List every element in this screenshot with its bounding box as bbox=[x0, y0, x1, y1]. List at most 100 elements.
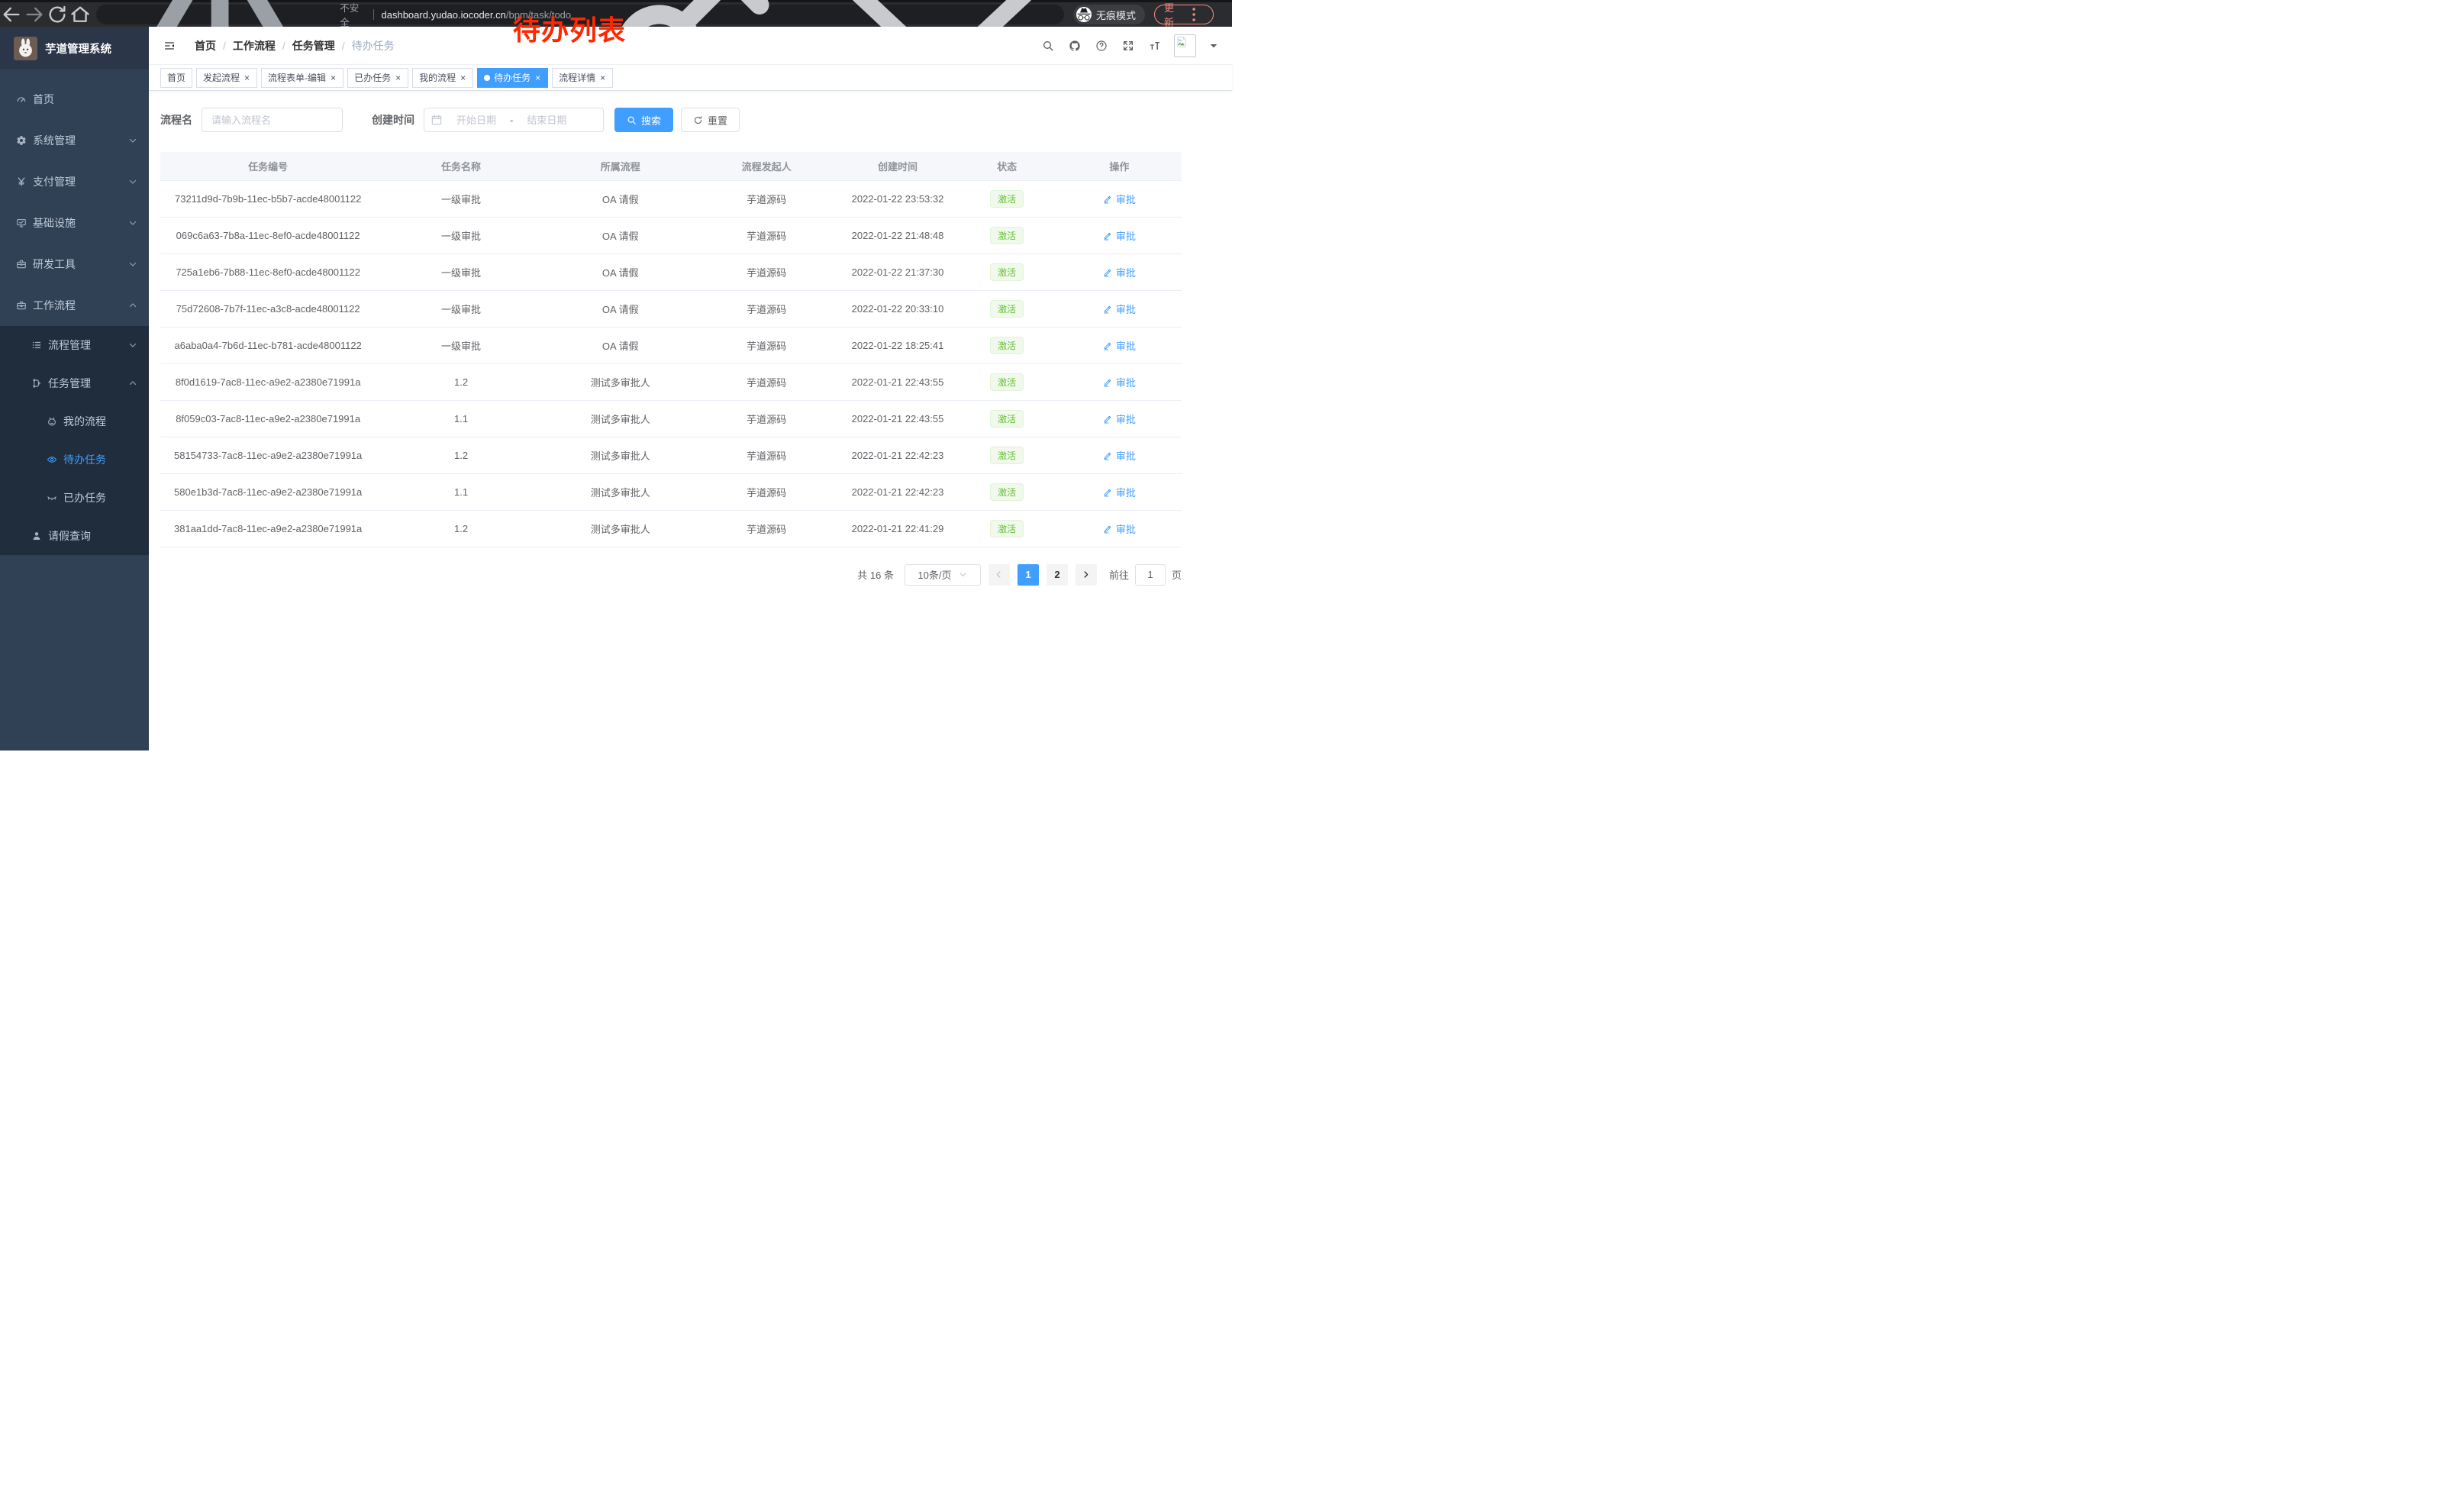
tab-流程表单-编辑[interactable]: 流程表单-编辑× bbox=[261, 68, 343, 88]
column-header: 创建时间 bbox=[838, 152, 956, 180]
fullscreen-icon[interactable] bbox=[1121, 38, 1136, 53]
search-button[interactable]: 搜索 bbox=[614, 108, 673, 132]
tab-发起流程[interactable]: 发起流程× bbox=[196, 68, 257, 88]
avatar[interactable] bbox=[1174, 34, 1196, 57]
font-size-icon[interactable] bbox=[1147, 38, 1163, 53]
date-start-input[interactable] bbox=[446, 115, 507, 126]
cell-task-id: 73211d9d-7b9b-11ec-b5b7-acde48001122 bbox=[160, 180, 376, 217]
tab-close-icon[interactable]: × bbox=[460, 73, 466, 82]
toolbox-icon bbox=[16, 259, 27, 270]
next-page-button[interactable] bbox=[1076, 564, 1097, 586]
tab-流程详情[interactable]: 流程详情× bbox=[552, 68, 613, 88]
edit-icon bbox=[1103, 414, 1113, 424]
cell-starter: 芋道源码 bbox=[695, 510, 839, 547]
approve-link[interactable]: 审批 bbox=[1103, 265, 1136, 279]
approve-link[interactable]: 审批 bbox=[1103, 192, 1136, 206]
cell-starter: 芋道源码 bbox=[695, 363, 839, 400]
process-name-input[interactable] bbox=[202, 108, 343, 132]
page-button-1[interactable]: 1 bbox=[1018, 564, 1039, 586]
approve-link[interactable]: 审批 bbox=[1103, 302, 1136, 316]
tab-close-icon[interactable]: × bbox=[534, 73, 541, 82]
sidebar-item-基础设施[interactable]: 基础设施 bbox=[0, 202, 149, 244]
sidebar-item-工作流程[interactable]: 工作流程 bbox=[0, 285, 149, 326]
edit-icon bbox=[1103, 377, 1113, 387]
sidebar-item-任务管理[interactable]: 任务管理 bbox=[0, 364, 149, 402]
cell-action: 审批 bbox=[1057, 473, 1182, 510]
browser-reload-button[interactable] bbox=[46, 4, 69, 25]
cell-status: 激活 bbox=[957, 400, 1057, 437]
tab-待办任务[interactable]: 待办任务× bbox=[477, 68, 548, 88]
sidebar-item-请假查询[interactable]: 请假查询 bbox=[0, 517, 149, 555]
page-size-select[interactable]: 10条/页 bbox=[905, 564, 981, 586]
update-button[interactable]: 更新 bbox=[1154, 5, 1214, 24]
breadcrumb-item[interactable]: 工作流程 bbox=[233, 38, 276, 53]
approve-label: 审批 bbox=[1116, 375, 1136, 389]
prev-page-button[interactable] bbox=[989, 564, 1010, 586]
sidebar-item-label: 首页 bbox=[33, 92, 54, 107]
reset-button[interactable]: 重置 bbox=[681, 108, 740, 132]
browser-home-button[interactable] bbox=[69, 4, 92, 25]
browser-toolbar: 不安全 dashboard.yudao.iocoder.cn/bpm/task/… bbox=[0, 0, 1232, 27]
approve-link[interactable]: 审批 bbox=[1103, 375, 1136, 389]
column-header: 操作 bbox=[1057, 152, 1182, 180]
browser-back-button[interactable] bbox=[0, 4, 23, 25]
sidebar-item-我的流程[interactable]: 我的流程 bbox=[0, 402, 149, 441]
page-button-2[interactable]: 2 bbox=[1047, 564, 1068, 586]
sidebar-item-首页[interactable]: 首页 bbox=[0, 79, 149, 120]
approve-link[interactable]: 审批 bbox=[1103, 412, 1136, 426]
browser-menu-icon[interactable] bbox=[1181, 5, 1207, 24]
approve-link[interactable]: 审批 bbox=[1103, 485, 1136, 499]
status-badge: 激活 bbox=[990, 520, 1024, 537]
browser-forward-button[interactable] bbox=[23, 4, 46, 25]
cell-starter: 芋道源码 bbox=[695, 217, 839, 253]
edit-icon bbox=[1103, 341, 1113, 350]
broken-image-icon bbox=[1176, 36, 1188, 48]
chevron-down-icon bbox=[127, 259, 138, 270]
sidebar-item-待办任务[interactable]: 待办任务 bbox=[0, 441, 149, 479]
avatar-caret-icon[interactable] bbox=[1208, 40, 1220, 52]
goto-page-input[interactable] bbox=[1135, 564, 1166, 586]
cell-action: 审批 bbox=[1057, 327, 1182, 363]
help-icon[interactable] bbox=[1094, 38, 1109, 53]
tab-close-icon[interactable]: × bbox=[599, 73, 606, 82]
url-text: dashboard.yudao.iocoder.cn/bpm/task/todo bbox=[382, 9, 588, 21]
github-icon[interactable] bbox=[1067, 38, 1082, 53]
date-end-input[interactable] bbox=[516, 115, 577, 126]
sidebar-item-研发工具[interactable]: 研发工具 bbox=[0, 244, 149, 285]
cell-task-name: 1.1 bbox=[376, 400, 546, 437]
date-range-picker[interactable]: - bbox=[424, 108, 604, 132]
breadcrumb-item[interactable]: 任务管理 bbox=[292, 38, 335, 53]
sidebar-item-系统管理[interactable]: 系统管理 bbox=[0, 120, 149, 161]
tab-close-icon[interactable]: × bbox=[330, 73, 337, 82]
tab-close-icon[interactable]: × bbox=[395, 73, 402, 82]
approve-link[interactable]: 审批 bbox=[1103, 338, 1136, 353]
tab-label: 发起流程 bbox=[203, 71, 240, 84]
sidebar-collapse-button[interactable] bbox=[161, 37, 178, 54]
search-icon bbox=[627, 115, 637, 125]
cell-action: 审批 bbox=[1057, 510, 1182, 547]
sidebar-item-支付管理[interactable]: 支付管理 bbox=[0, 161, 149, 202]
filter-row: 流程名 创建时间 - 搜索 重置 bbox=[160, 108, 1182, 132]
tab-label: 待办任务 bbox=[494, 71, 531, 84]
logo-row[interactable]: 芋道管理系统 bbox=[0, 27, 149, 69]
approve-link[interactable]: 审批 bbox=[1103, 228, 1136, 243]
column-header: 所属流程 bbox=[547, 152, 695, 180]
sidebar-item-流程管理[interactable]: 流程管理 bbox=[0, 326, 149, 364]
cell-task-name: 一级审批 bbox=[376, 253, 546, 290]
tab-已办任务[interactable]: 已办任务× bbox=[347, 68, 408, 88]
tab-首页[interactable]: 首页 bbox=[160, 68, 192, 88]
tab-close-icon[interactable]: × bbox=[243, 73, 250, 82]
approve-label: 审批 bbox=[1116, 302, 1136, 316]
url-bar[interactable]: 不安全 dashboard.yudao.iocoder.cn/bpm/task/… bbox=[96, 5, 1064, 24]
process-name-label: 流程名 bbox=[160, 112, 192, 128]
approve-link[interactable]: 审批 bbox=[1103, 521, 1136, 536]
cell-process: OA 请假 bbox=[547, 327, 695, 363]
cell-task-name: 1.2 bbox=[376, 437, 546, 473]
edit-icon bbox=[1103, 450, 1113, 460]
tab-我的流程[interactable]: 我的流程× bbox=[412, 68, 473, 88]
sidebar-item-已办任务[interactable]: 已办任务 bbox=[0, 479, 149, 517]
header-search-icon[interactable] bbox=[1040, 38, 1056, 53]
approve-link[interactable]: 审批 bbox=[1103, 448, 1136, 463]
breadcrumb-item[interactable]: 首页 bbox=[195, 38, 216, 53]
reload-icon bbox=[46, 4, 69, 25]
